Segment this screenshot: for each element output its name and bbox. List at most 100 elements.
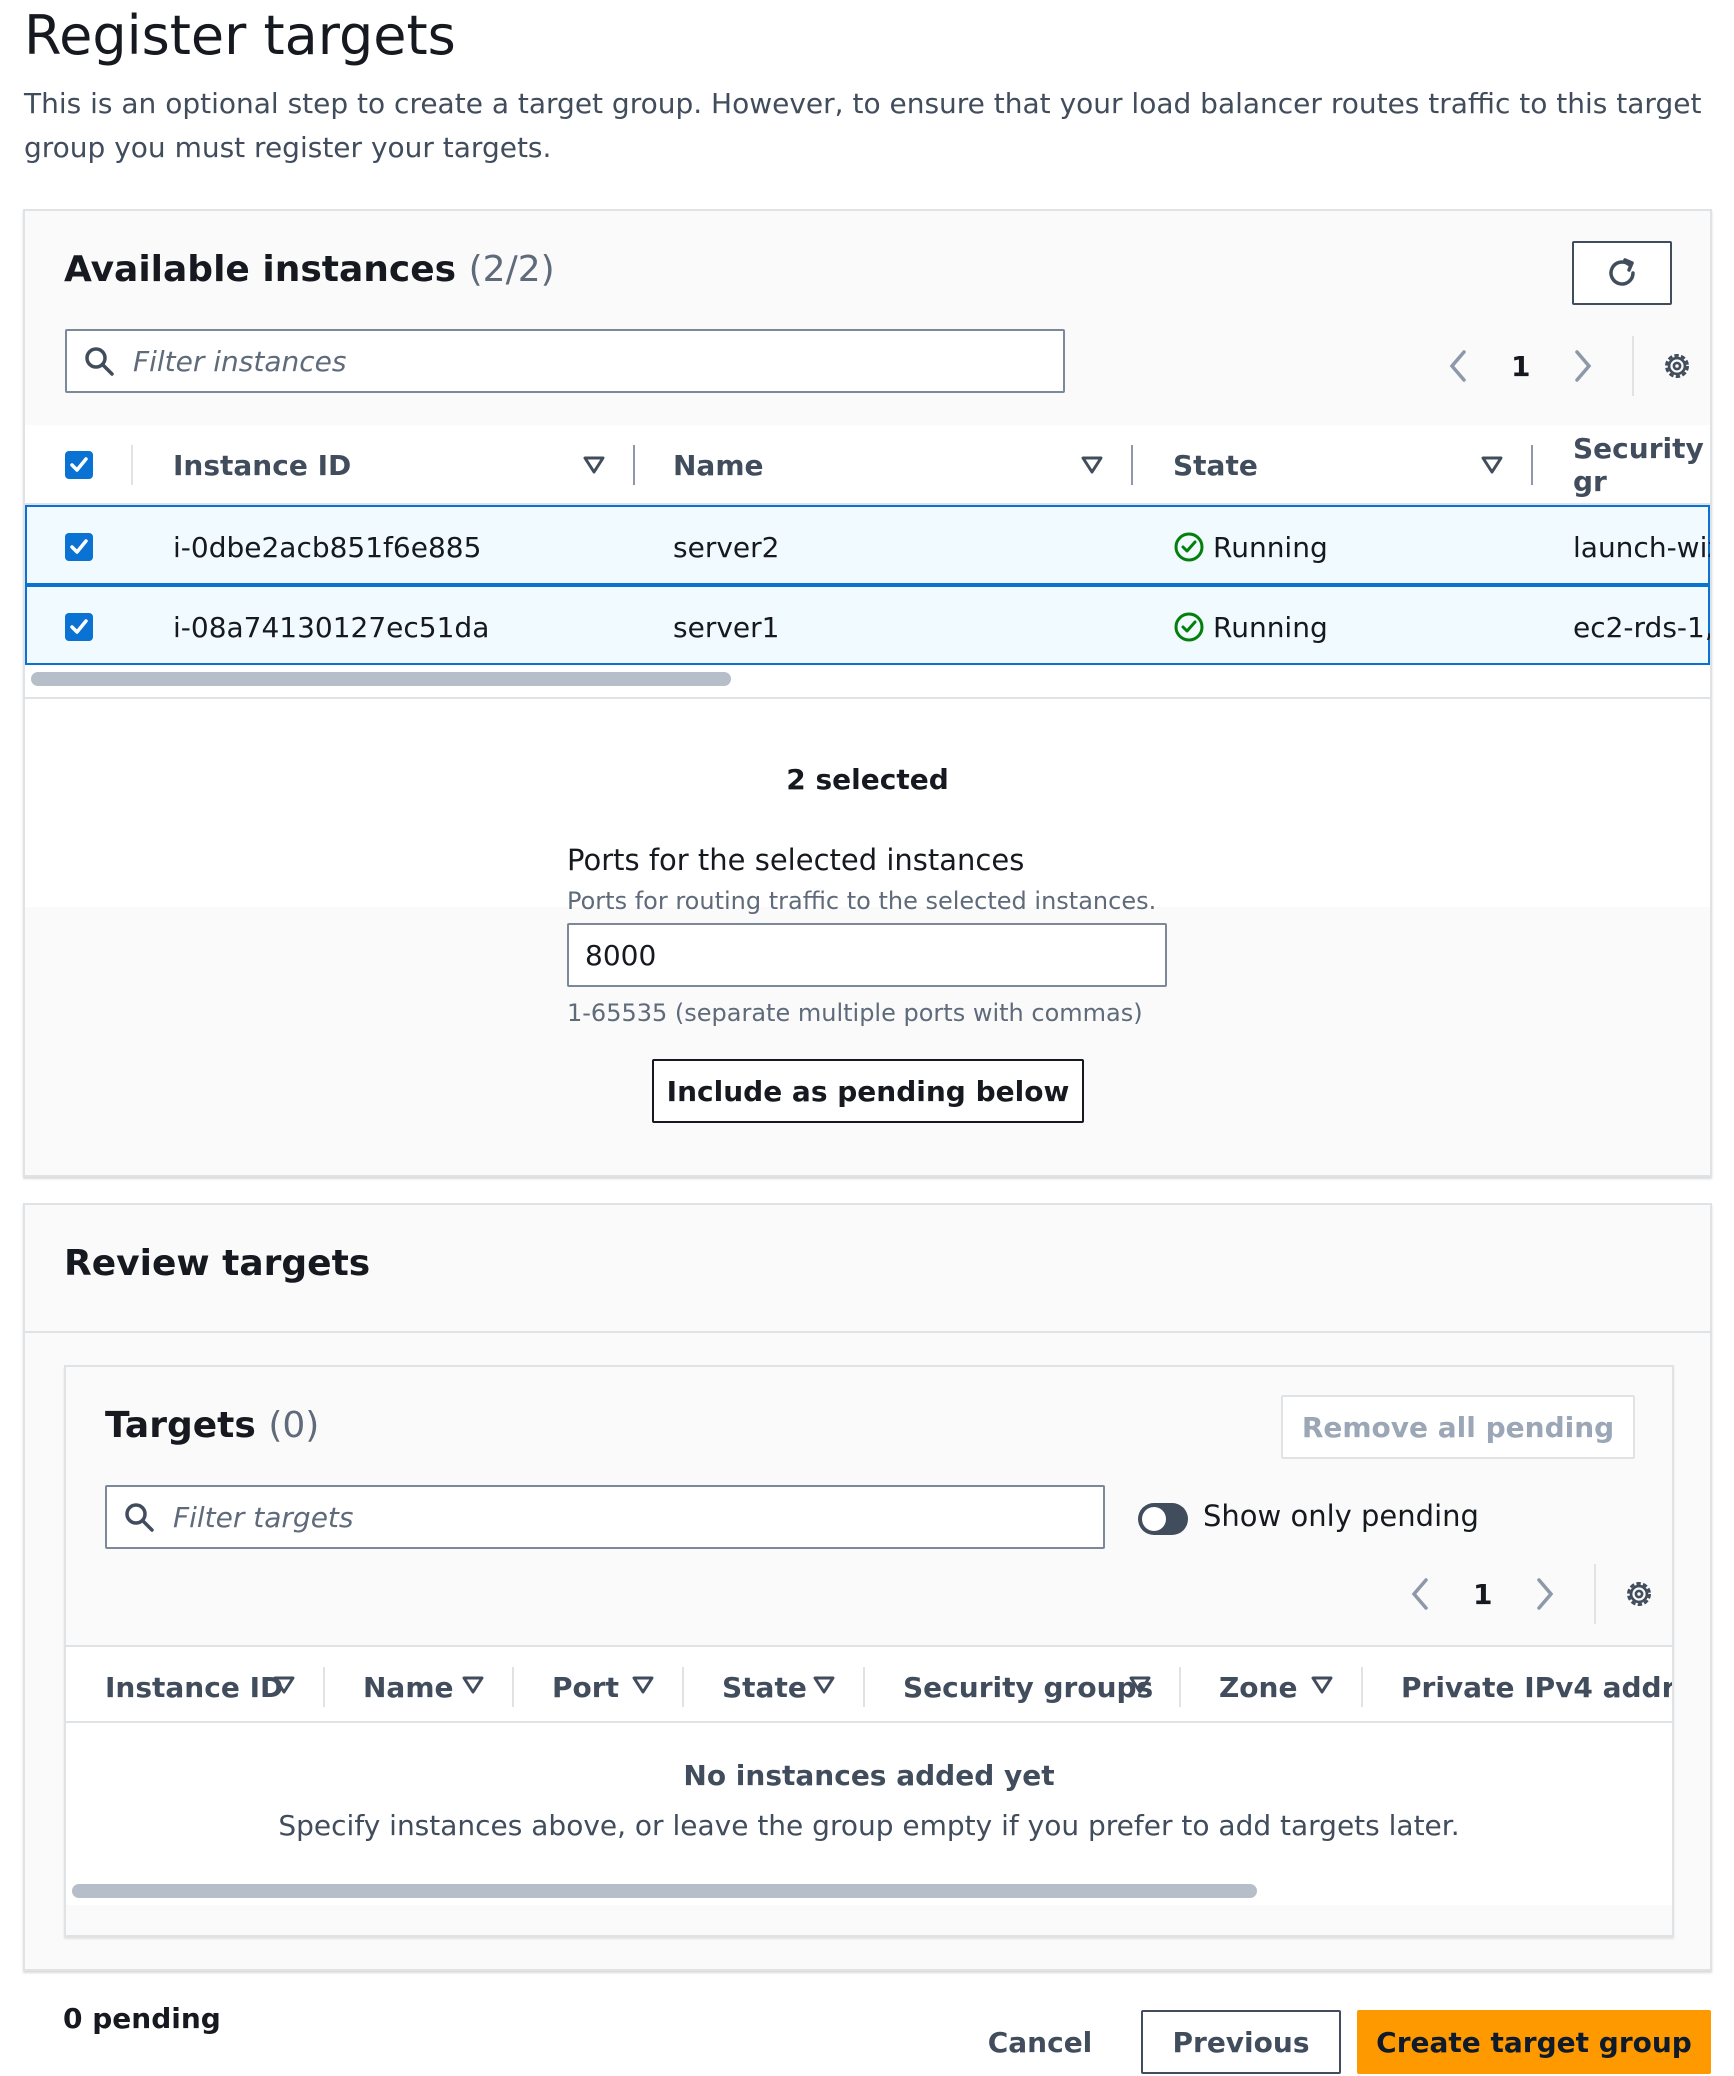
col-security-groups[interactable]: Security groups (903, 1667, 1153, 1707)
horizontal-scrollbar[interactable] (25, 669, 1710, 689)
col-zone[interactable]: Zone (1219, 1667, 1297, 1707)
checkbox-checked-icon (65, 451, 93, 479)
sort-caret-icon[interactable] (462, 1675, 484, 1695)
chevron-right-icon (1575, 350, 1592, 382)
targets-heading: Targets (0) (105, 1405, 319, 1446)
column-divider (1361, 1667, 1363, 1707)
previous-button[interactable]: Previous (1141, 2010, 1341, 2074)
ports-label: Ports for the selected instances (567, 843, 1025, 877)
next-page-button[interactable] (1568, 346, 1598, 386)
review-targets-title: Review targets (64, 1243, 371, 1284)
show-only-pending-toggle[interactable] (1138, 1503, 1188, 1535)
ports-description: Ports for routing traffic to the selecte… (567, 887, 1157, 915)
targets-table-header: Instance ID Name Port State Security gro… (66, 1645, 1672, 1723)
instance-name-cell: server1 (673, 610, 780, 644)
chevron-right-icon (1537, 1578, 1554, 1610)
cancel-button[interactable]: Cancel (960, 2010, 1120, 2074)
column-divider (1179, 1667, 1181, 1707)
sort-caret-icon[interactable] (1081, 455, 1103, 475)
table-bottom-border (25, 697, 1710, 699)
review-divider (25, 1331, 1710, 1333)
sort-caret-icon[interactable] (1481, 455, 1503, 475)
sort-caret-icon[interactable] (273, 1675, 295, 1695)
instance-id-cell: i-0dbe2acb851f6e885 (173, 530, 482, 564)
instance-row[interactable]: i-08a74130127ec51da server1 Running ec2-… (25, 585, 1710, 665)
prev-page-button[interactable] (1443, 346, 1473, 386)
search-icon (123, 1500, 157, 1534)
instance-id-cell: i-08a74130127ec51da (173, 610, 490, 644)
row-checkbox[interactable] (65, 527, 93, 567)
available-instances-count: (2/2) (468, 249, 555, 290)
col-instance-id[interactable]: Instance ID (173, 445, 351, 485)
page-number[interactable]: 1 (1473, 1578, 1492, 1611)
filter-targets-input[interactable] (171, 1499, 968, 1535)
sort-caret-icon[interactable] (1311, 1675, 1333, 1695)
status-success-icon (1174, 612, 1204, 642)
col-state[interactable]: State (722, 1667, 807, 1707)
prev-page-button[interactable] (1405, 1574, 1435, 1614)
sort-caret-icon[interactable] (813, 1675, 835, 1695)
instance-state-cell: Running (1173, 527, 1328, 567)
selected-count: 2 selected (786, 763, 949, 796)
col-security-groups[interactable]: Security gr (1573, 432, 1710, 498)
scrollbar-thumb[interactable] (31, 672, 731, 686)
targets-pagination: 1 (1405, 1564, 1654, 1624)
sort-caret-icon[interactable] (1129, 1675, 1151, 1695)
column-divider (1531, 445, 1533, 485)
chevron-left-icon (1449, 350, 1466, 382)
preferences-button[interactable] (1624, 1574, 1654, 1614)
next-page-button[interactable] (1530, 1574, 1560, 1614)
create-target-group-button[interactable]: Create target group (1357, 2010, 1711, 2074)
available-instances-heading: Available instances (2/2) (64, 249, 555, 290)
refresh-button[interactable] (1572, 241, 1672, 305)
column-divider (512, 1667, 514, 1707)
empty-state-title: No instances added yet (683, 1759, 1055, 1792)
status-success-icon (1174, 532, 1204, 562)
refresh-icon (1609, 258, 1635, 286)
targets-table: Instance ID Name Port State Security gro… (66, 1645, 1672, 1905)
checkbox-checked-icon (65, 533, 93, 561)
targets-count: (0) (268, 1405, 320, 1446)
col-name[interactable]: Name (673, 445, 764, 485)
instances-table-header: Instance ID Name State Security gr (25, 425, 1710, 505)
page-description: This is an optional step to create a tar… (24, 87, 1702, 164)
gear-icon (1665, 354, 1690, 378)
search-icon (83, 344, 117, 378)
remove-all-pending-button[interactable]: Remove all pending (1281, 1395, 1635, 1459)
filter-targets-box (105, 1485, 1105, 1549)
available-instances-title: Available instances (64, 249, 457, 290)
sort-caret-icon[interactable] (583, 455, 605, 475)
sort-caret-icon[interactable] (632, 1675, 654, 1695)
toggle-knob (1142, 1507, 1166, 1531)
available-instances-panel: Available instances (2/2) 1 (23, 209, 1712, 1177)
page-number[interactable]: 1 (1511, 350, 1530, 383)
state-label: Running (1213, 610, 1328, 644)
col-state[interactable]: State (1173, 445, 1258, 485)
ports-constraint-hint: 1-65535 (separate multiple ports with co… (567, 999, 1143, 1027)
pager-divider (1632, 336, 1635, 396)
instances-table: Instance ID Name State Security gr i-0db… (25, 425, 1710, 907)
column-divider (1131, 445, 1133, 485)
checkbox-checked-icon (65, 613, 93, 641)
col-port[interactable]: Port (552, 1667, 619, 1707)
instance-state-cell: Running (1173, 607, 1328, 647)
instance-row[interactable]: i-0dbe2acb851f6e885 server2 Running laun… (25, 505, 1710, 585)
horizontal-scrollbar[interactable] (66, 1881, 1672, 1901)
filter-instances-input[interactable] (131, 343, 928, 379)
targets-title: Targets (105, 1405, 256, 1446)
pending-count: 0 pending (63, 2002, 221, 2035)
include-as-pending-button[interactable]: Include as pending below (652, 1059, 1084, 1123)
register-targets-page: Register targets This is an optional ste… (0, 0, 1734, 2076)
col-instance-id[interactable]: Instance ID (105, 1667, 283, 1707)
col-private-ipv4[interactable]: Private IPv4 address (1401, 1667, 1672, 1707)
scrollbar-thumb[interactable] (72, 1884, 1257, 1898)
ports-input[interactable] (567, 923, 1167, 987)
review-targets-panel: Review targets Targets (0) Remove all pe… (23, 1203, 1712, 1971)
column-divider (131, 445, 133, 485)
preferences-button[interactable] (1662, 346, 1692, 386)
filter-instances-box (65, 329, 1065, 393)
select-all-checkbox[interactable] (65, 445, 93, 485)
col-name[interactable]: Name (363, 1667, 454, 1707)
row-checkbox[interactable] (65, 607, 93, 647)
chevron-left-icon (1411, 1578, 1428, 1610)
